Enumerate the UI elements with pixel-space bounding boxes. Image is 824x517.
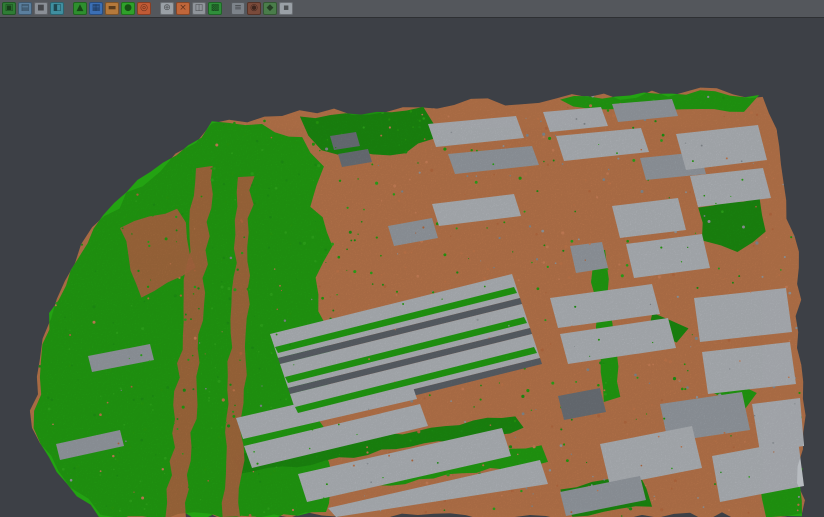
grid-view-icon: ▩ [211, 4, 220, 13]
screenshot-button[interactable]: ◉ [247, 2, 261, 15]
delete-selection-button[interactable]: × [176, 2, 190, 15]
target-center-icon: ◎ [140, 4, 148, 13]
settings-icon: ⊕ [163, 4, 171, 13]
viewport [0, 18, 824, 517]
terrain-model-button[interactable]: ▲ [73, 2, 87, 15]
settings-button[interactable]: ⊕ [160, 2, 174, 15]
grain-overlay [0, 18, 824, 517]
target-center-button[interactable]: ◎ [137, 2, 151, 15]
layers-icon: ≡ [234, 4, 242, 13]
help-button[interactable]: ▪ [279, 2, 293, 15]
import-cloud-icon: ◧ [53, 4, 62, 13]
vegetation-classify-icon: ● [124, 4, 132, 13]
new-project-icon: ▣ [5, 4, 14, 13]
ground-classify-icon: ▬ [108, 4, 117, 13]
screenshot-icon: ◉ [250, 4, 258, 13]
layers-button[interactable]: ≡ [231, 2, 245, 15]
help-icon: ▪ [283, 4, 289, 13]
toolbar: ▣ ▤ ◼ ◧ ▲ ▦ ▬ ● ◎ ⊕ × ◫ ▩ ≡ ◉ ◆ ▪ [0, 0, 824, 18]
app-window: ▣ ▤ ◼ ◧ ▲ ▦ ▬ ● ◎ ⊕ × ◫ ▩ ≡ ◉ ◆ ▪ [0, 0, 824, 517]
orthophoto-icon: ▦ [92, 4, 101, 13]
measure-distance-button[interactable]: ◫ [192, 2, 206, 15]
open-project-button[interactable]: ▤ [18, 2, 32, 15]
save-project-button[interactable]: ◼ [34, 2, 48, 15]
render-3d-button[interactable]: ◆ [263, 2, 277, 15]
render-3d-icon: ◆ [267, 4, 274, 13]
vegetation-classify-button[interactable]: ● [121, 2, 135, 15]
terrain-model-icon: ▲ [77, 4, 84, 13]
ground-classify-button[interactable]: ▬ [105, 2, 119, 15]
delete-selection-icon: × [179, 4, 187, 13]
import-cloud-button[interactable]: ◧ [50, 2, 64, 15]
open-project-icon: ▤ [21, 4, 30, 13]
measure-distance-icon: ◫ [195, 4, 204, 13]
scene-3d[interactable] [0, 18, 824, 517]
save-project-icon: ◼ [37, 4, 44, 13]
orthophoto-button[interactable]: ▦ [89, 2, 103, 15]
grid-view-button[interactable]: ▩ [208, 2, 222, 15]
new-project-button[interactable]: ▣ [2, 2, 16, 15]
